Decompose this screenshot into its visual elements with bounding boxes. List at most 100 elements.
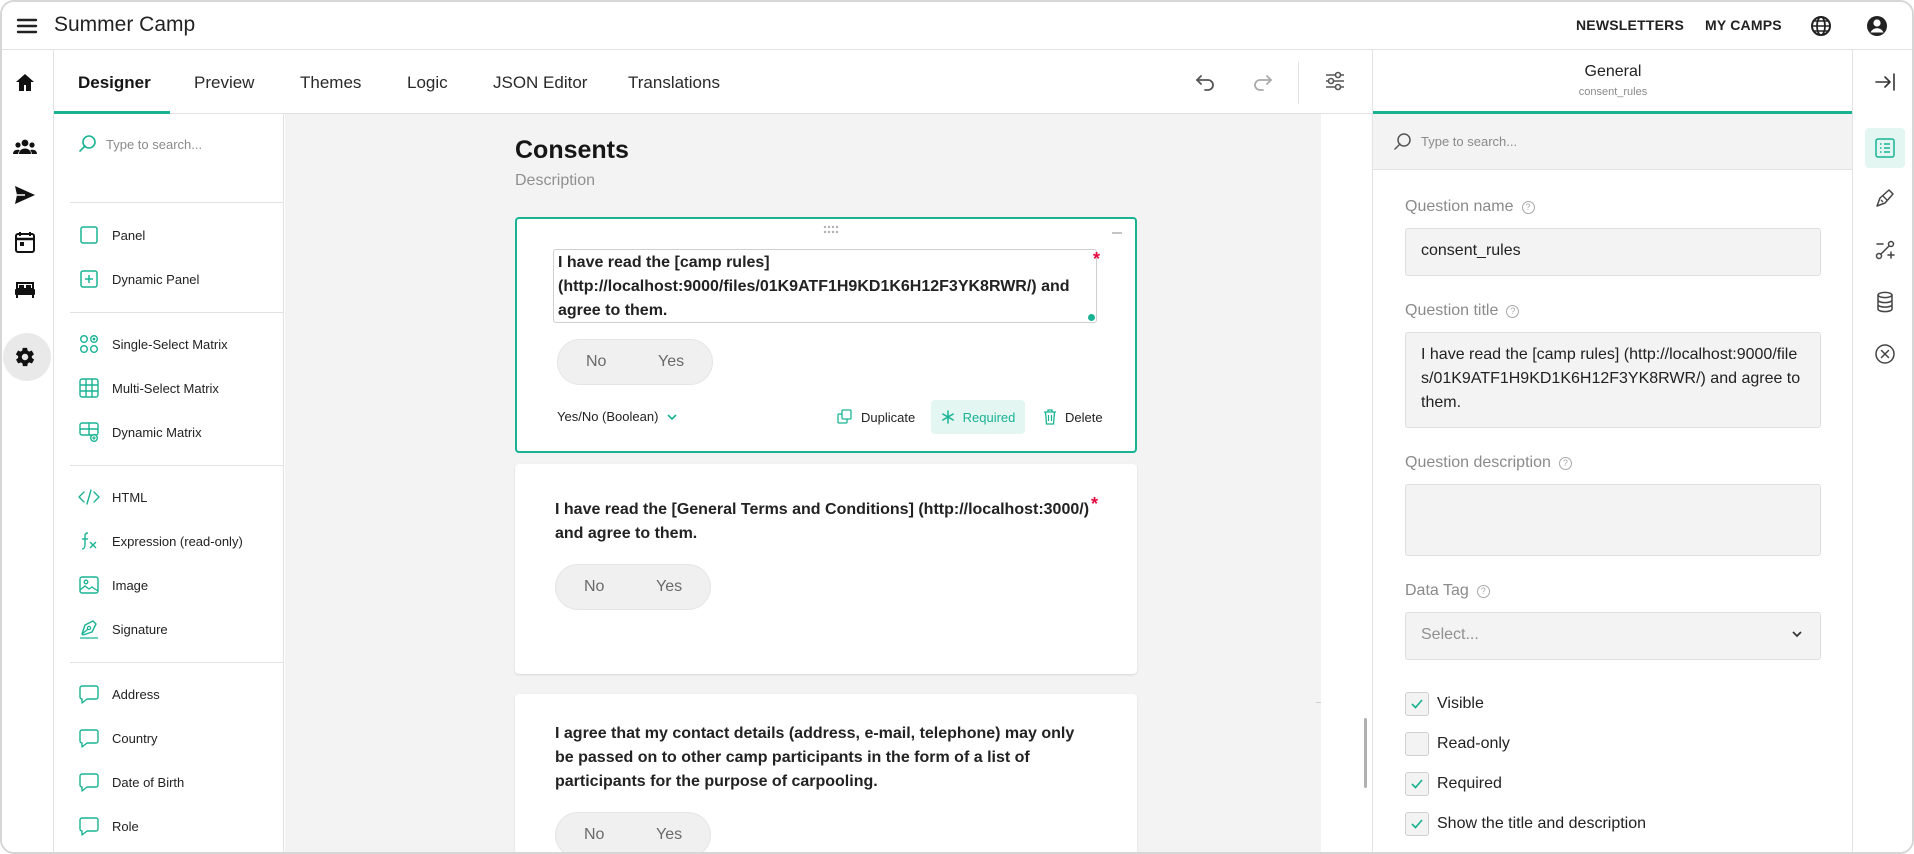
boolean-no-label[interactable]: No <box>584 826 604 844</box>
speech-bubble-icon <box>78 771 100 793</box>
toolbox-item-dynamic-matrix[interactable]: Dynamic Matrix <box>78 420 202 444</box>
question-title[interactable]: I have read the [General Terms and Condi… <box>555 498 1095 546</box>
toolbox-item-panel[interactable]: Panel <box>78 223 145 247</box>
boolean-yes-label[interactable]: Yes <box>658 353 684 371</box>
question-type-selector[interactable]: Yes/No (Boolean) <box>557 409 678 424</box>
boolean-switch[interactable]: No Yes <box>555 564 711 610</box>
property-search[interactable]: Type to search... <box>1373 114 1853 170</box>
collapse-question-icon[interactable] <box>1111 231 1123 235</box>
boolean-no-label[interactable]: No <box>586 353 606 371</box>
question-title-input[interactable]: I have read the [camp rules] (http://loc… <box>1405 332 1821 428</box>
check-icon <box>1411 699 1423 709</box>
show-title-checkbox[interactable]: Show the title and description <box>1405 812 1646 836</box>
panel-icon <box>78 224 100 246</box>
boolean-yes-label[interactable]: Yes <box>656 578 682 596</box>
question-description-input[interactable] <box>1405 484 1821 556</box>
account-icon[interactable] <box>1864 13 1890 39</box>
bed-icon[interactable] <box>12 277 38 303</box>
checkbox-checked[interactable] <box>1405 812 1429 836</box>
tab-preview[interactable]: Preview <box>194 73 254 93</box>
tab-themes[interactable]: Themes <box>300 73 361 93</box>
toolbox-item-country[interactable]: Country <box>78 726 158 750</box>
boolean-yes-label[interactable]: Yes <box>656 826 682 844</box>
logic-brush-icon[interactable] <box>1873 186 1897 210</box>
drag-handle-icon[interactable] <box>823 225 839 235</box>
general-list-icon[interactable] <box>1873 136 1897 160</box>
gear-icon[interactable] <box>12 344 38 370</box>
toolbox-item-role[interactable]: Role <box>78 814 139 838</box>
required-asterisk: * <box>1093 249 1101 269</box>
zoom-in-icon[interactable] <box>1316 564 1321 590</box>
function-icon <box>78 530 100 552</box>
globe-icon[interactable] <box>1808 13 1834 39</box>
help-icon[interactable]: ? <box>1521 200 1535 214</box>
tab-json-editor[interactable]: JSON Editor <box>493 73 587 93</box>
visible-checkbox[interactable]: Visible <box>1405 692 1484 716</box>
undo-icon[interactable] <box>1192 68 1218 94</box>
toolbox-item-address[interactable]: Address <box>78 682 160 706</box>
menu-icon[interactable] <box>14 13 40 39</box>
checkbox-checked[interactable] <box>1405 692 1429 716</box>
help-icon[interactable]: ? <box>1506 304 1520 318</box>
question-card[interactable]: I agree that my contact details (address… <box>515 694 1137 852</box>
duplicate-button[interactable]: Duplicate <box>837 409 915 425</box>
question-title-label: Question title ? <box>1405 302 1520 320</box>
people-icon[interactable] <box>12 134 38 160</box>
collapse-panel-icon[interactable] <box>1873 70 1897 94</box>
toolbox-item-dynamic-panel[interactable]: Dynamic Panel <box>78 267 199 291</box>
toolbox-item-html[interactable]: HTML <box>78 485 147 509</box>
collapse-icon[interactable] <box>1316 718 1321 744</box>
redo-icon[interactable] <box>1250 68 1276 94</box>
my-camps-link[interactable]: MY CAMPS <box>1705 17 1782 33</box>
toolbox-item-date-of-birth[interactable]: Date of Birth <box>78 770 184 794</box>
boolean-switch[interactable]: No Yes <box>557 339 713 385</box>
send-icon[interactable] <box>12 182 38 208</box>
checkbox-unchecked[interactable] <box>1405 732 1429 756</box>
canvas-scrollbar[interactable] <box>1364 718 1367 788</box>
help-icon[interactable]: ? <box>1558 456 1572 470</box>
settings-sliders-icon[interactable] <box>1322 68 1348 94</box>
calendar-icon[interactable] <box>12 229 38 255</box>
zoom-fit-icon[interactable] <box>1316 612 1321 638</box>
tab-logic[interactable]: Logic <box>407 73 448 93</box>
left-navigation-rail <box>2 50 54 852</box>
delete-button[interactable]: Delete <box>1043 409 1103 425</box>
resize-handle[interactable] <box>1088 314 1095 321</box>
question-card[interactable]: I have read the [General Terms and Condi… <box>515 464 1137 674</box>
toolbox-search[interactable]: Type to search... <box>78 134 202 154</box>
toolbox-item-image[interactable]: Image <box>78 573 148 597</box>
tool-divider <box>1316 702 1321 703</box>
boolean-switch[interactable]: No Yes <box>555 812 711 852</box>
boolean-no-label[interactable]: No <box>584 578 604 596</box>
copy-icon[interactable] <box>1316 138 1321 164</box>
toolbox-item-expression[interactable]: Expression (read-only) <box>78 529 243 553</box>
speech-bubble-icon <box>78 815 100 837</box>
question-name-label: Question name ? <box>1405 198 1535 216</box>
conditions-icon[interactable] <box>1873 238 1897 262</box>
page-title[interactable]: Consents <box>515 136 629 165</box>
data-tag-select[interactable]: Select... <box>1405 612 1821 660</box>
question-title[interactable]: I agree that my contact details (address… <box>555 722 1095 794</box>
page-description[interactable]: Description <box>515 172 595 190</box>
checkbox-checked[interactable] <box>1405 772 1429 796</box>
required-toggle-button[interactable]: Required <box>931 400 1025 434</box>
validation-icon[interactable] <box>1873 342 1897 366</box>
required-checkbox[interactable]: Required <box>1405 772 1502 796</box>
question-name-input[interactable]: consent_rules <box>1405 228 1821 276</box>
question-title[interactable]: I have read the [camp rules] (http://loc… <box>558 251 1094 323</box>
zoom-out-icon[interactable] <box>1316 660 1321 686</box>
tab-translations[interactable]: Translations <box>628 73 720 93</box>
toolbox-item-multi-select-matrix[interactable]: Multi-Select Matrix <box>78 376 219 400</box>
toolbox-item-signature[interactable]: Signature <box>78 617 168 641</box>
home-icon[interactable] <box>12 70 38 96</box>
newsletters-link[interactable]: NEWSLETTERS <box>1576 17 1684 33</box>
question-title-editor[interactable]: I have read the [camp rules] (http://loc… <box>553 249 1097 323</box>
tab-designer[interactable]: Designer <box>78 73 151 93</box>
data-icon[interactable] <box>1873 290 1897 314</box>
lock-icon[interactable] <box>1316 812 1321 838</box>
question-card-selected[interactable]: I have read the [camp rules] (http://loc… <box>515 217 1137 453</box>
read-only-checkbox[interactable]: Read-only <box>1405 732 1510 756</box>
help-icon[interactable]: ? <box>1476 584 1490 598</box>
drag-icon[interactable] <box>1316 764 1321 790</box>
toolbox-item-single-select-matrix[interactable]: Single-Select Matrix <box>78 332 228 356</box>
